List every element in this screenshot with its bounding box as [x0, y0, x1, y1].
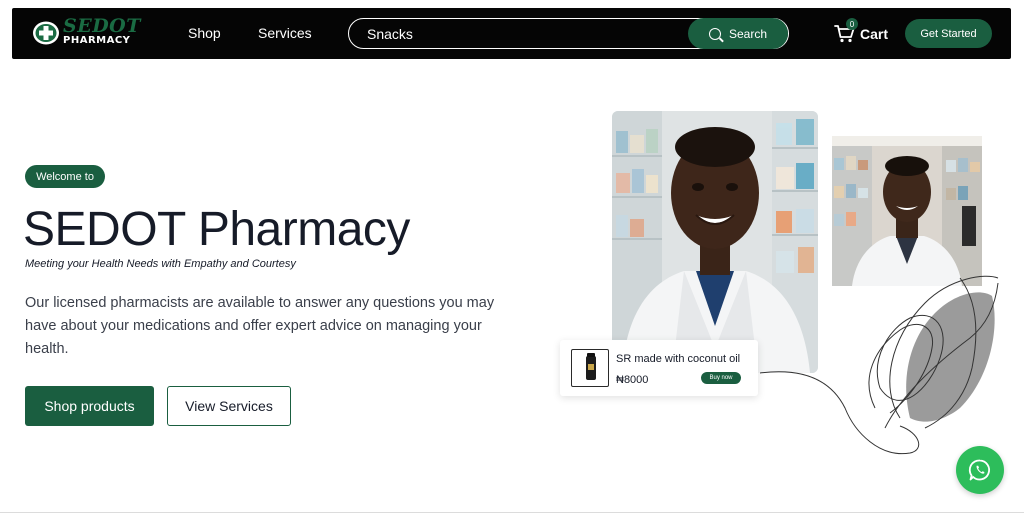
cart-count-badge: 0 — [846, 18, 858, 30]
shop-products-button[interactable]: Shop products — [25, 386, 154, 426]
supplement-bottle-icon — [586, 353, 596, 380]
buy-now-button[interactable]: Buy now — [701, 372, 741, 384]
product-name: SR made with coconut oil — [616, 353, 741, 365]
nav-link-shop[interactable]: Shop — [188, 25, 221, 41]
decorative-leaf-drawing — [760, 275, 999, 455]
cart-label: Cart — [860, 26, 889, 42]
hero-title: SEDOT Pharmacy — [23, 203, 410, 256]
hero-description: Our licensed pharmacists are available t… — [25, 295, 495, 357]
search-icon — [708, 27, 721, 40]
pharmacy-cross-icon — [33, 21, 59, 45]
section-divider — [0, 512, 1024, 513]
navbar: SEDOT PHARMACY Shop Services Search 0 Ca… — [12, 8, 1011, 59]
search-bar: Search — [348, 18, 789, 49]
product-price: ₦8000 — [616, 374, 649, 386]
welcome-badge: Welcome to — [25, 165, 105, 188]
logo-title: SEDOT — [63, 15, 141, 37]
search-button[interactable]: Search — [688, 18, 788, 49]
whatsapp-chat-button[interactable] — [956, 446, 1004, 494]
hero-tagline: Meeting your Health Needs with Empathy a… — [25, 258, 296, 270]
cart-button[interactable]: 0 Cart — [834, 18, 894, 45]
whatsapp-icon — [968, 459, 991, 481]
search-button-label: Search — [728, 26, 768, 41]
view-services-button[interactable]: View Services — [167, 386, 291, 426]
pharmacist-photo-secondary — [832, 136, 982, 286]
get-started-button[interactable]: Get Started — [905, 19, 992, 48]
product-card[interactable]: SR made with coconut oil ₦8000 Buy now — [560, 340, 758, 396]
logo[interactable]: SEDOT PHARMACY — [32, 15, 144, 49]
search-input[interactable] — [367, 19, 687, 48]
product-thumbnail — [571, 349, 609, 387]
nav-link-services[interactable]: Services — [258, 25, 312, 41]
logo-subtitle: PHARMACY — [63, 35, 131, 46]
